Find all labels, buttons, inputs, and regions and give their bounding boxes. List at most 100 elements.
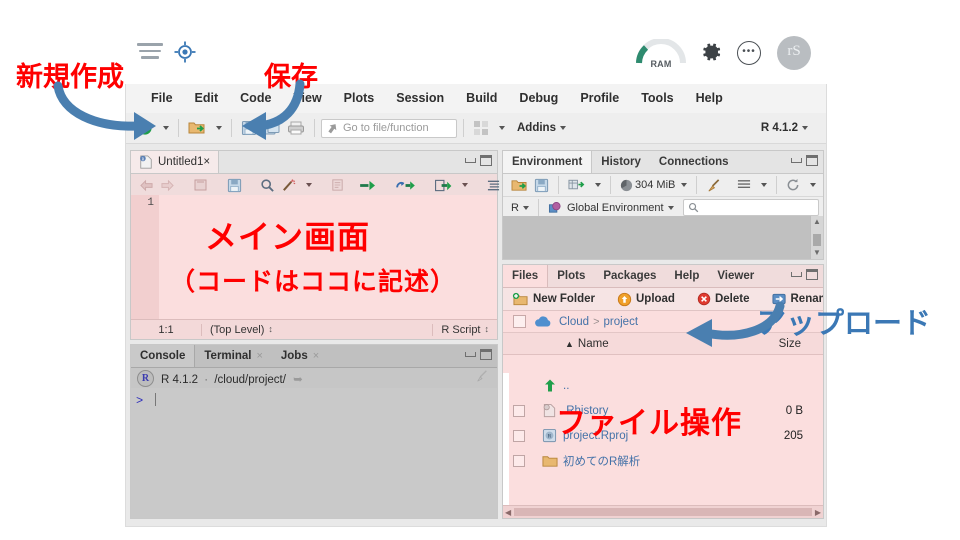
outline-toggle-icon[interactable] xyxy=(483,174,504,196)
open-file-button[interactable] xyxy=(185,117,209,139)
console-working-dir[interactable]: /cloud/project/ xyxy=(214,374,286,386)
tab-plots[interactable]: Plots xyxy=(548,265,594,287)
save-button[interactable] xyxy=(238,117,260,139)
addins-button[interactable]: Addins xyxy=(508,117,569,139)
code-tools-dropdown[interactable] xyxy=(299,174,315,196)
table-row[interactable]: .. xyxy=(503,373,823,398)
console-maximize-button[interactable] xyxy=(480,349,492,360)
r-version-selector[interactable]: R 4.1.2 xyxy=(761,122,808,134)
open-file-dropdown[interactable] xyxy=(209,117,225,139)
environment-scrollbar[interactable]: ▲ ▼ xyxy=(810,216,823,259)
scroll-right-arrow-icon[interactable]: ▶ xyxy=(815,508,821,517)
tab-terminal-close-icon[interactable]: × xyxy=(256,350,262,362)
menu-help[interactable]: Help xyxy=(685,84,734,113)
source-tab-untitled1[interactable]: R Untitled1 × xyxy=(131,151,219,173)
tab-connections[interactable]: Connections xyxy=(650,151,738,173)
workspace-panes-dropdown[interactable] xyxy=(492,117,508,139)
environment-scroll-thumb[interactable] xyxy=(813,234,821,246)
row-checkbox[interactable] xyxy=(513,430,525,442)
source-tab-close-icon[interactable]: × xyxy=(203,156,210,168)
row-checkbox[interactable] xyxy=(513,455,525,467)
back-arrow-icon[interactable] xyxy=(136,174,157,196)
menu-code[interactable]: Code xyxy=(229,84,282,113)
source-minimize-button[interactable] xyxy=(465,158,476,163)
files-scroll-thumb[interactable] xyxy=(514,508,812,516)
avatar[interactable]: rS xyxy=(777,36,811,70)
load-workspace-icon[interactable] xyxy=(508,174,531,196)
delete-button[interactable]: Delete xyxy=(692,292,755,306)
file-name[interactable]: .Rhistory xyxy=(563,405,608,417)
row-checkbox[interactable] xyxy=(513,405,525,417)
gear-icon[interactable] xyxy=(699,40,723,64)
forward-arrow-icon[interactable] xyxy=(157,174,178,196)
rename-button[interactable]: Rename xyxy=(767,292,824,306)
goto-file-function-input[interactable]: Go to file/function xyxy=(321,119,457,138)
import-dataset-dropdown[interactable] xyxy=(588,174,604,196)
menu-plots[interactable]: Plots xyxy=(333,84,386,113)
column-header-name[interactable]: ▲ Name xyxy=(565,338,609,350)
new-folder-button[interactable]: New Folder xyxy=(507,292,600,307)
clear-console-broom-icon[interactable] xyxy=(475,369,489,388)
files-maximize-button[interactable] xyxy=(806,269,818,280)
save-all-button[interactable] xyxy=(260,117,284,139)
print-button[interactable] xyxy=(284,117,308,139)
menu-view[interactable]: View xyxy=(282,84,332,113)
source-save-icon[interactable] xyxy=(224,174,245,196)
menu-edit[interactable]: Edit xyxy=(184,84,230,113)
tab-environment[interactable]: Environment xyxy=(503,151,592,173)
environment-view-dropdown[interactable] xyxy=(754,174,770,196)
environment-view-list-icon[interactable] xyxy=(734,174,754,196)
menu-debug[interactable]: Debug xyxy=(508,84,569,113)
scroll-left-arrow-icon[interactable]: ◀ xyxy=(505,508,511,517)
tab-terminal[interactable]: Terminal × xyxy=(195,345,272,367)
code-tools-magic-wand-icon[interactable] xyxy=(278,174,299,196)
find-replace-icon[interactable] xyxy=(257,174,278,196)
menu-tools[interactable]: Tools xyxy=(630,84,684,113)
more-ellipsis-icon[interactable]: ••• xyxy=(737,41,761,65)
new-file-button[interactable] xyxy=(134,117,156,139)
environment-object-list[interactable]: ▲ ▼ xyxy=(503,216,823,259)
scope-selector[interactable]: (Top Level) ↕ xyxy=(201,324,281,336)
tab-files[interactable]: Files xyxy=(503,265,548,287)
scroll-down-arrow-icon[interactable]: ▼ xyxy=(811,248,823,258)
files-horizontal-scrollbar[interactable]: ◀ ▶ xyxy=(503,505,823,518)
import-dataset-icon[interactable] xyxy=(565,174,588,196)
tab-packages[interactable]: Packages xyxy=(594,265,665,287)
upload-button[interactable]: Upload xyxy=(612,292,680,307)
scroll-up-arrow-icon[interactable]: ▲ xyxy=(811,217,823,227)
new-file-dropdown[interactable] xyxy=(156,117,172,139)
environment-maximize-button[interactable] xyxy=(806,155,818,166)
refresh-environment-icon[interactable] xyxy=(783,174,803,196)
console-minimize-button[interactable] xyxy=(465,352,476,357)
ram-gauge-icon[interactable]: RAM xyxy=(635,39,687,69)
files-minimize-button[interactable] xyxy=(791,272,802,277)
file-name[interactable]: .. xyxy=(563,380,569,392)
menu-build[interactable]: Build xyxy=(455,84,508,113)
menu-session[interactable]: Session xyxy=(385,84,455,113)
breadcrumb-project[interactable]: project xyxy=(604,316,639,328)
file-name[interactable]: project.Rproj xyxy=(563,430,628,442)
tab-history[interactable]: History xyxy=(592,151,650,173)
column-header-size[interactable]: Size xyxy=(779,338,801,350)
hamburger-menu-icon[interactable] xyxy=(137,43,163,61)
tab-viewer[interactable]: Viewer xyxy=(708,265,763,287)
memory-usage-button[interactable]: 304 MiB xyxy=(617,174,690,196)
clear-environment-broom-icon[interactable] xyxy=(703,174,724,196)
tab-jobs-close-icon[interactable]: × xyxy=(313,350,319,362)
locate-target-icon[interactable] xyxy=(173,40,197,64)
show-in-new-window-icon[interactable] xyxy=(190,174,212,196)
table-row[interactable]: .Rhistory 0 B xyxy=(503,398,823,423)
compile-report-icon[interactable] xyxy=(327,174,348,196)
console-output-area[interactable]: > xyxy=(131,388,497,518)
environment-minimize-button[interactable] xyxy=(791,158,802,163)
table-row[interactable]: R project.Rproj 205 xyxy=(503,423,823,448)
tab-console[interactable]: Console xyxy=(131,345,195,367)
source-code-area[interactable]: 1 xyxy=(131,195,497,320)
refresh-environment-dropdown[interactable] xyxy=(803,174,819,196)
menu-profile[interactable]: Profile xyxy=(569,84,630,113)
environment-search-input[interactable] xyxy=(683,199,819,216)
menu-file[interactable]: File xyxy=(140,84,184,113)
select-all-checkbox[interactable] xyxy=(513,315,526,328)
table-row[interactable]: 初めてのR解析 xyxy=(503,448,823,473)
save-workspace-icon[interactable] xyxy=(531,174,552,196)
